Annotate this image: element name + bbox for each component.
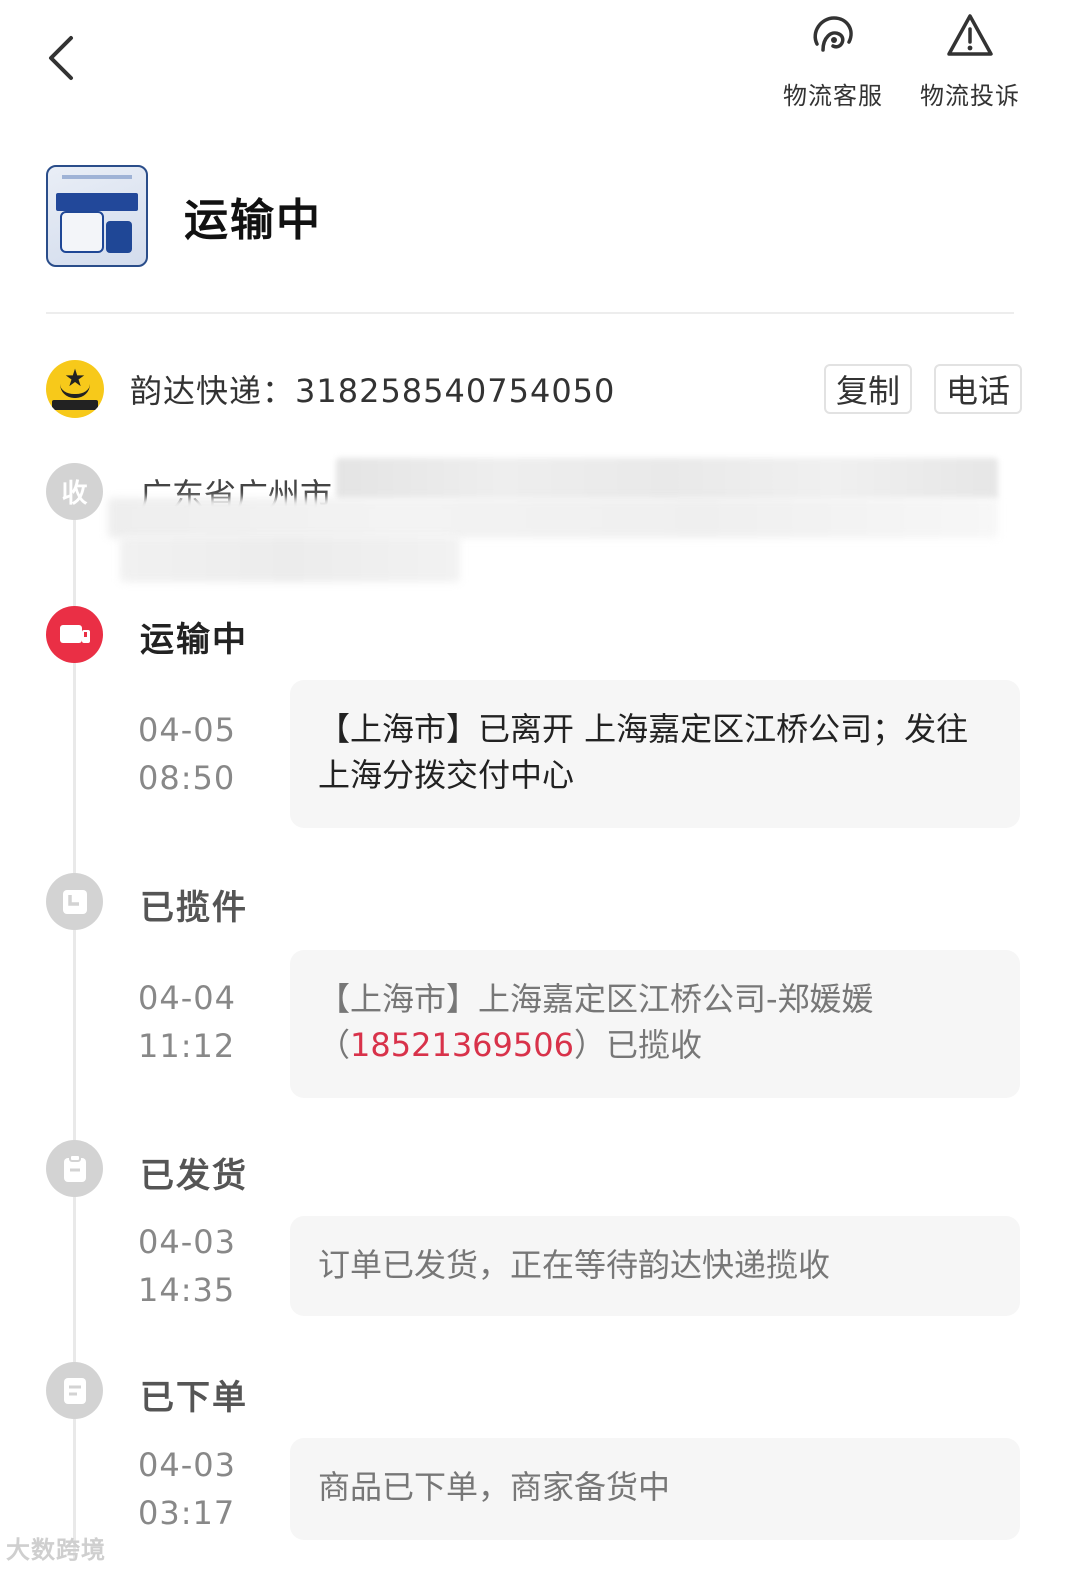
- stage-title: 已揽件: [140, 888, 248, 928]
- chevron-left-icon: [49, 36, 73, 80]
- warning-icon: [947, 14, 993, 56]
- logistics-service-label: 物流客服: [783, 82, 883, 110]
- stage-title: 已下单: [140, 1378, 248, 1418]
- address-redaction: [108, 498, 998, 538]
- courier-phone-link[interactable]: 18521369506: [350, 1026, 574, 1064]
- receiver-node-label: 收: [61, 479, 88, 509]
- divider: [46, 312, 1014, 314]
- logistics-service-button[interactable]: 物流客服: [773, 10, 893, 111]
- event-time: 04-03 14:35: [138, 1218, 236, 1314]
- product-thumbnail[interactable]: [46, 165, 148, 267]
- order-list-icon: [63, 1377, 86, 1404]
- headset-service-icon: [813, 16, 853, 52]
- back-button[interactable]: [38, 32, 82, 84]
- event-clock: 14:35: [138, 1271, 236, 1309]
- tracking-number: 韵达快递：318258540754050: [130, 372, 616, 410]
- event-clock: 03:17: [138, 1494, 236, 1532]
- event-card: 订单已发货，正在等待韵达快递揽收: [290, 1216, 1020, 1316]
- copy-button[interactable]: 复制: [823, 364, 912, 414]
- event-time: 04-03 03:17: [138, 1441, 236, 1537]
- package-icon: [62, 889, 87, 914]
- address-redaction: [120, 536, 460, 582]
- event-card: 商品已下单，商家备货中: [290, 1438, 1020, 1540]
- shipped-node: [46, 1140, 103, 1197]
- event-time: 04-05 08:50: [138, 706, 236, 802]
- event-date: 04-03: [138, 1446, 236, 1484]
- call-button[interactable]: 电话: [933, 364, 1022, 414]
- event-card: 【上海市】上海嘉定区江桥公司-郑媛媛（18521369506）已揽收: [290, 950, 1020, 1098]
- stage-title: 已发货: [140, 1156, 248, 1196]
- receiver-node: 收: [46, 463, 103, 520]
- truck-icon: [59, 624, 90, 643]
- event-date: 04-04: [138, 979, 236, 1017]
- shipment-header: 运输中: [46, 165, 322, 267]
- shipment-status-title: 运输中: [184, 195, 322, 246]
- ordered-node: [46, 1362, 103, 1419]
- event-clock: 11:12: [138, 1027, 236, 1065]
- courier-row: ★ 韵达快递：318258540754050 复制 电话: [46, 360, 1022, 418]
- in-transit-node: [46, 606, 103, 663]
- event-date: 04-05: [138, 711, 236, 749]
- logistics-complaint-button[interactable]: 物流投诉: [910, 10, 1030, 111]
- event-card: 【上海市】已离开 上海嘉定区江桥公司；发往上海分拨交付中心: [290, 680, 1020, 828]
- logistics-complaint-label: 物流投诉: [920, 82, 1020, 110]
- clipboard-icon: [63, 1153, 86, 1182]
- stage-title: 运输中: [140, 620, 248, 660]
- watermark: 大数跨境: [6, 1536, 106, 1564]
- event-time: 04-04 11:12: [138, 974, 236, 1070]
- picked-up-node: [46, 873, 103, 930]
- top-bar: 物流客服 物流投诉: [0, 0, 1080, 130]
- yunda-logo-icon: ★: [46, 360, 104, 418]
- event-detail-suffix: ）已揽收: [573, 1026, 702, 1064]
- address-redaction: [336, 458, 998, 500]
- event-clock: 08:50: [138, 759, 236, 797]
- event-date: 04-03: [138, 1223, 236, 1261]
